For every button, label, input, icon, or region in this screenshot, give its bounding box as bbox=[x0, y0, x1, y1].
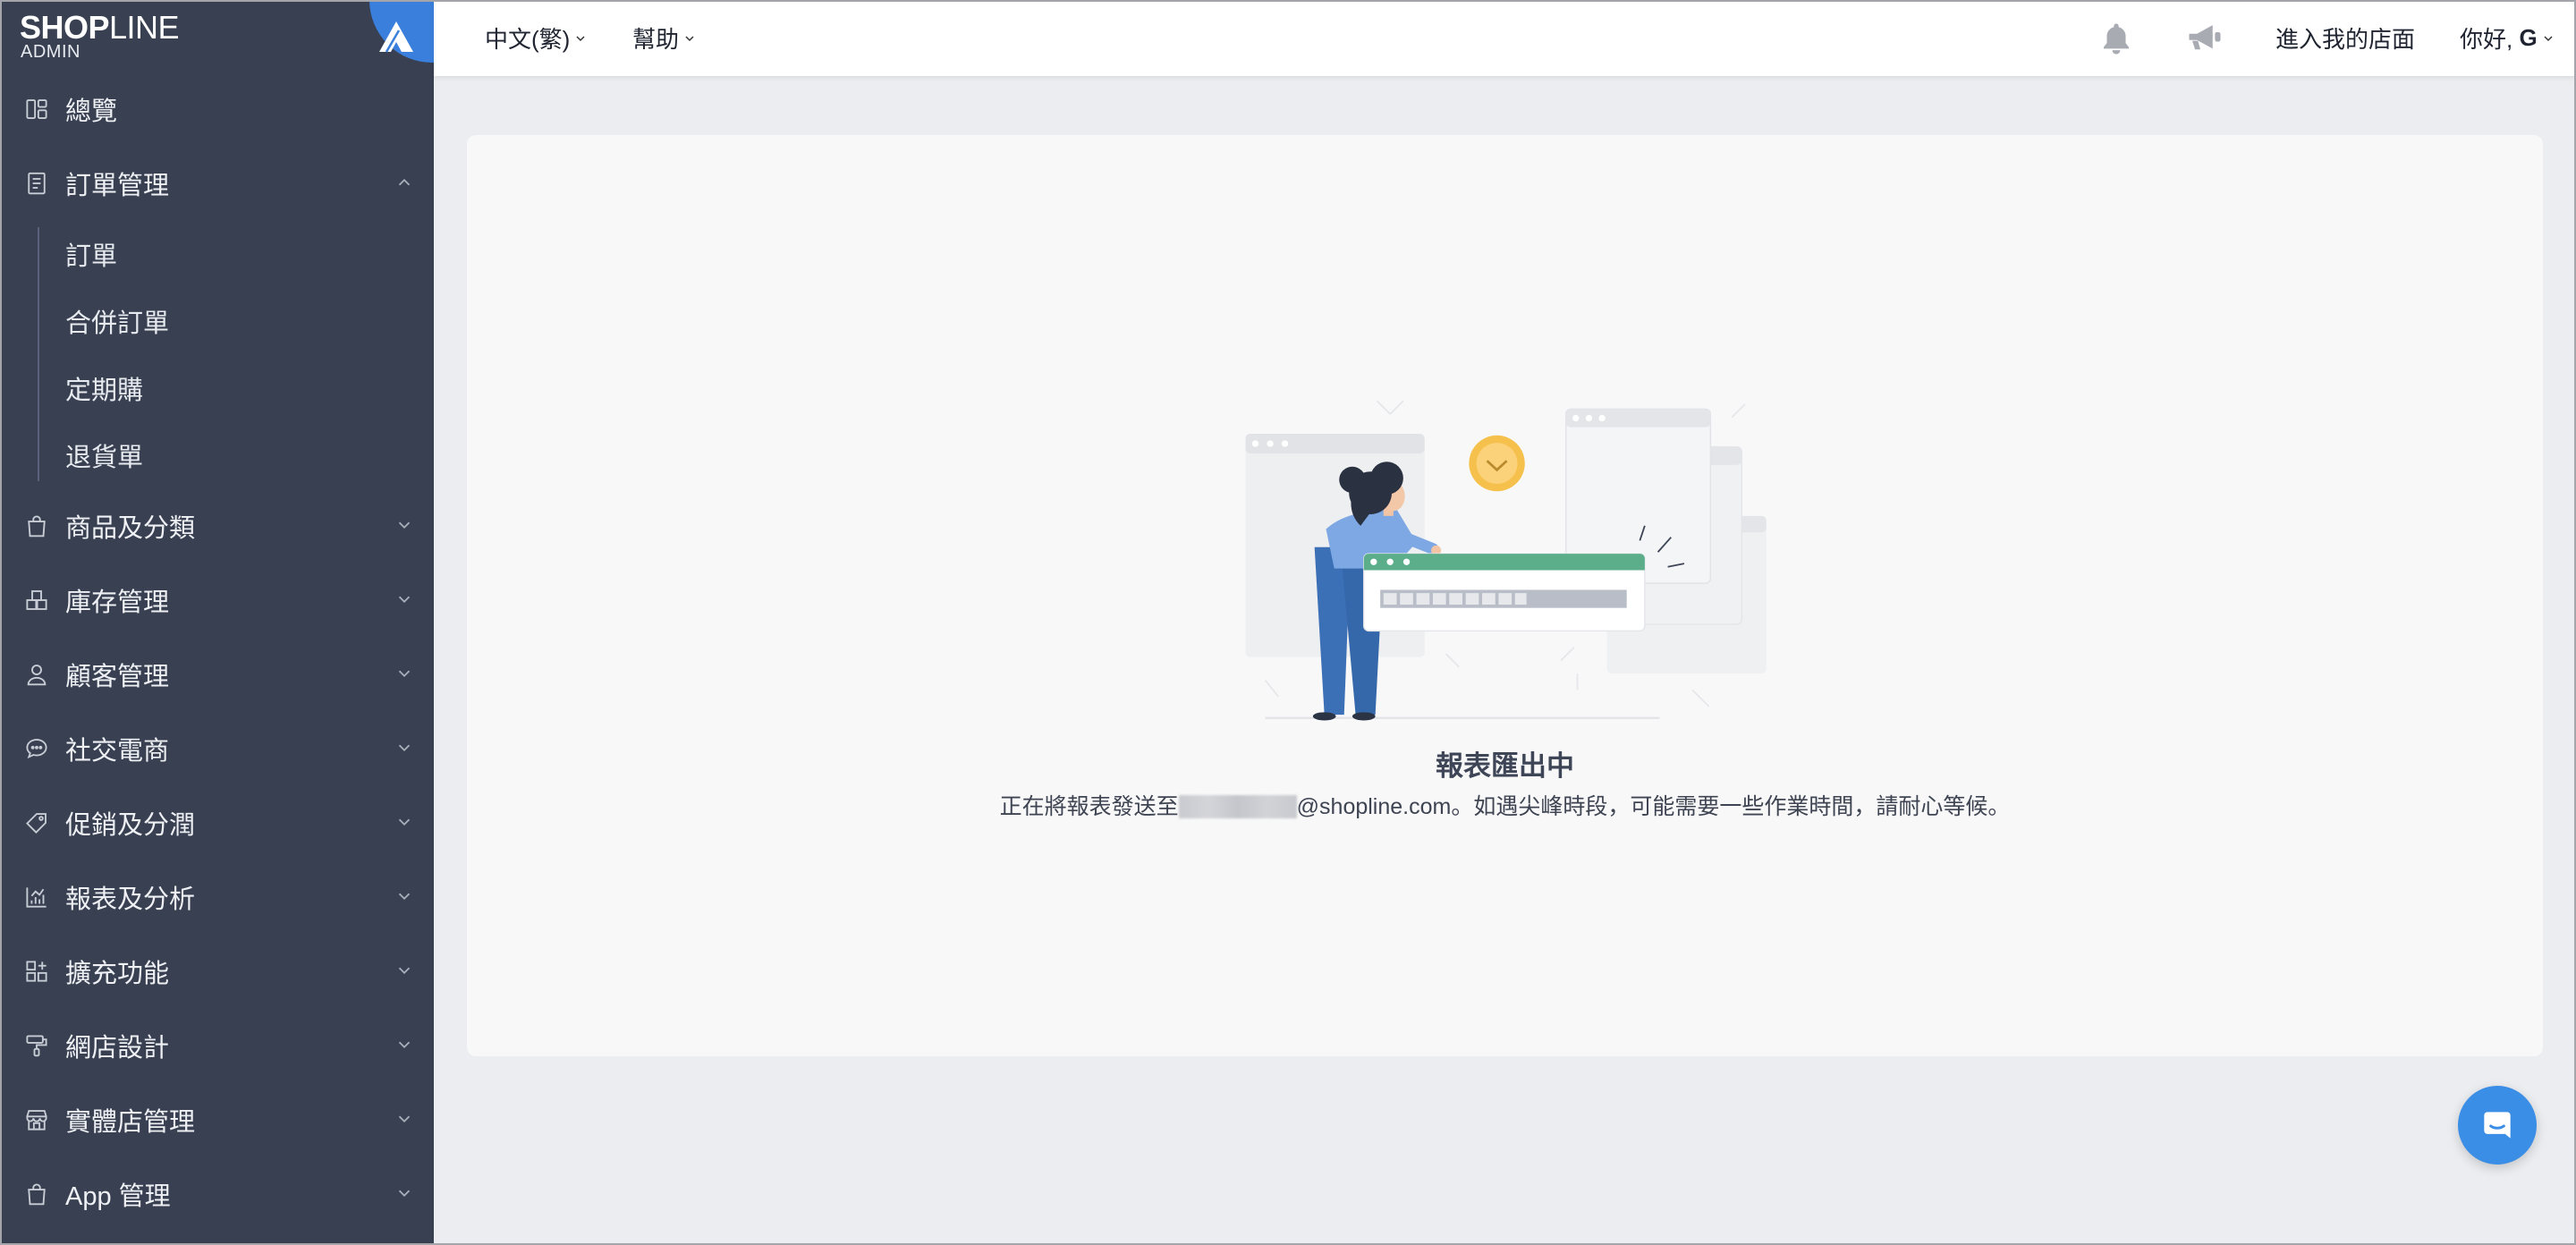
sidebar-item-label: 促銷及分潤 bbox=[65, 810, 196, 840]
brand-logo-text: SHOPLINE bbox=[20, 9, 180, 46]
redacted-email bbox=[1178, 795, 1297, 818]
visit-storefront-link[interactable]: 進入我的店面 bbox=[2275, 0, 2415, 76]
report-chart-icon bbox=[23, 884, 50, 910]
chevron-up-icon[interactable] bbox=[394, 173, 414, 192]
sidebar-subitem-orders[interactable]: 訂單 bbox=[0, 220, 434, 287]
apps-icon bbox=[23, 958, 50, 985]
chevron-down-icon[interactable] bbox=[394, 664, 414, 683]
chevron-down-icon[interactable] bbox=[394, 589, 414, 609]
sidebar-item-label: 總覽 bbox=[65, 97, 118, 126]
clock-icon bbox=[1469, 435, 1525, 492]
help-menu[interactable]: 幫助 bbox=[632, 0, 697, 76]
bell-icon[interactable] bbox=[2097, 0, 2135, 76]
chat-bubble-icon bbox=[2484, 1112, 2511, 1139]
chevron-down-icon[interactable] bbox=[394, 961, 414, 980]
sidebar-item-label: 庫存管理 bbox=[65, 588, 170, 617]
logo-area[interactable]: SHOPLINE ADMIN bbox=[0, 0, 434, 72]
inventory-icon bbox=[23, 587, 50, 614]
app-bag-icon bbox=[23, 1181, 50, 1207]
sidebar-item-label: 實體店管理 bbox=[65, 1107, 196, 1137]
greeting-text: 你好, bbox=[2460, 26, 2520, 53]
chevron-down-icon[interactable] bbox=[394, 886, 414, 906]
sidebar-item-label: 社交電商 bbox=[65, 736, 170, 766]
progress-window bbox=[1363, 553, 1646, 632]
chevron-down-icon[interactable] bbox=[394, 812, 414, 832]
sidebar-item-reports[interactable]: 報表及分析 bbox=[0, 860, 434, 934]
storefront-label: 進入我的店面 bbox=[2275, 26, 2416, 53]
chevron-down-icon[interactable] bbox=[394, 515, 414, 535]
chevron-down-icon[interactable] bbox=[394, 1183, 414, 1203]
brand-sub: ADMIN bbox=[21, 42, 80, 62]
user-name: G bbox=[2519, 24, 2538, 51]
language-selector[interactable]: 中文(繁) bbox=[485, 0, 588, 76]
sidebar-item-social-commerce[interactable]: 社交電商 bbox=[0, 711, 434, 785]
brand-light: LINE bbox=[109, 9, 180, 46]
megaphone-icon[interactable] bbox=[2183, 0, 2226, 76]
sidebar-item-label: 訂單管理 bbox=[65, 171, 170, 200]
sidebar-item-inventory[interactable]: 庫存管理 bbox=[0, 563, 434, 637]
sidebar-subitem-returns[interactable]: 退貨單 bbox=[0, 421, 434, 488]
sidebar-subitem-merged-orders[interactable]: 合併訂單 bbox=[0, 287, 434, 354]
sidebar-item-order-management[interactable]: 訂單管理 bbox=[0, 146, 434, 220]
order-submenu: 訂單 合併訂單 定期購 退貨單 bbox=[0, 220, 434, 488]
message-prefix: 正在將報表發送至 bbox=[999, 794, 1179, 819]
sidebar-item-overview[interactable]: 總覽 bbox=[0, 72, 434, 146]
sidebar-item-promotions[interactable]: 促銷及分潤 bbox=[0, 785, 434, 860]
top-header: 中文(繁) 幫助 進入我的店面 你好, G bbox=[434, 0, 2576, 76]
sidebar-item-customers[interactable]: 顧客管理 bbox=[0, 637, 434, 711]
sidebar-item-label: App 管理 bbox=[65, 1181, 171, 1211]
sidebar-item-app-management[interactable]: App 管理 bbox=[0, 1156, 434, 1231]
sidebar-item-label: 報表及分析 bbox=[65, 885, 196, 914]
chevron-down-icon bbox=[682, 31, 697, 46]
sidebar-item-retail-store[interactable]: 實體店管理 bbox=[0, 1082, 434, 1156]
chevron-down-icon bbox=[573, 31, 588, 46]
help-label: 幫助 bbox=[632, 26, 680, 53]
store-icon bbox=[23, 1106, 50, 1133]
tag-icon bbox=[23, 809, 50, 836]
language-label: 中文(繁) bbox=[485, 26, 571, 53]
sidebar-item-label: 商品及分類 bbox=[65, 513, 196, 543]
sidebar-subitem-subscriptions[interactable]: 定期購 bbox=[0, 354, 434, 421]
sidebar-item-store-design[interactable]: 網店設計 bbox=[0, 1008, 434, 1082]
chevron-down-icon[interactable] bbox=[394, 1035, 414, 1054]
export-title: 報表匯出中 bbox=[1436, 750, 1574, 782]
support-chat-button[interactable] bbox=[2458, 1086, 2537, 1165]
chevron-down-icon bbox=[2541, 31, 2555, 46]
sidebar-item-label: 網店設計 bbox=[65, 1033, 170, 1063]
exporting-illustration bbox=[1245, 400, 1767, 721]
brand-bold: SHOP bbox=[20, 9, 110, 46]
sidebar-item-extensions[interactable]: 擴充功能 bbox=[0, 934, 434, 1008]
chevron-down-icon[interactable] bbox=[394, 738, 414, 758]
order-icon bbox=[23, 170, 50, 197]
sidebar-item-products[interactable]: 商品及分類 bbox=[0, 488, 434, 563]
user-menu[interactable]: 你好, G bbox=[2460, 0, 2555, 76]
chevron-down-icon[interactable] bbox=[394, 1109, 414, 1129]
message-suffix: @shopline.com。如遇尖峰時段，可能需要一些作業時間，請耐心等候。 bbox=[1296, 794, 2011, 819]
dashboard-icon bbox=[23, 96, 50, 123]
paint-roller-icon bbox=[23, 1032, 50, 1059]
shopline-logo-icon bbox=[379, 21, 413, 53]
sidebar-item-label: 擴充功能 bbox=[65, 959, 170, 988]
back-windows-right bbox=[1564, 408, 1767, 674]
progress-segments bbox=[1383, 593, 1527, 606]
export-message: 正在將報表發送至 @shopline.com。如遇尖峰時段，可能需要一些作業時間，… bbox=[467, 792, 2543, 821]
report-export-card: 報表匯出中 正在將報表發送至 @shopline.com。如遇尖峰時段，可能需要一… bbox=[467, 135, 2543, 1056]
sidebar: SHOPLINE ADMIN 總覽 訂單管理 訂單 合併訂單 定期購 退貨單 商… bbox=[0, 0, 434, 1245]
chat-icon bbox=[23, 735, 50, 762]
sidebar-item-label: 顧客管理 bbox=[65, 662, 170, 691]
bag-icon bbox=[23, 512, 50, 539]
customer-icon bbox=[23, 661, 50, 688]
